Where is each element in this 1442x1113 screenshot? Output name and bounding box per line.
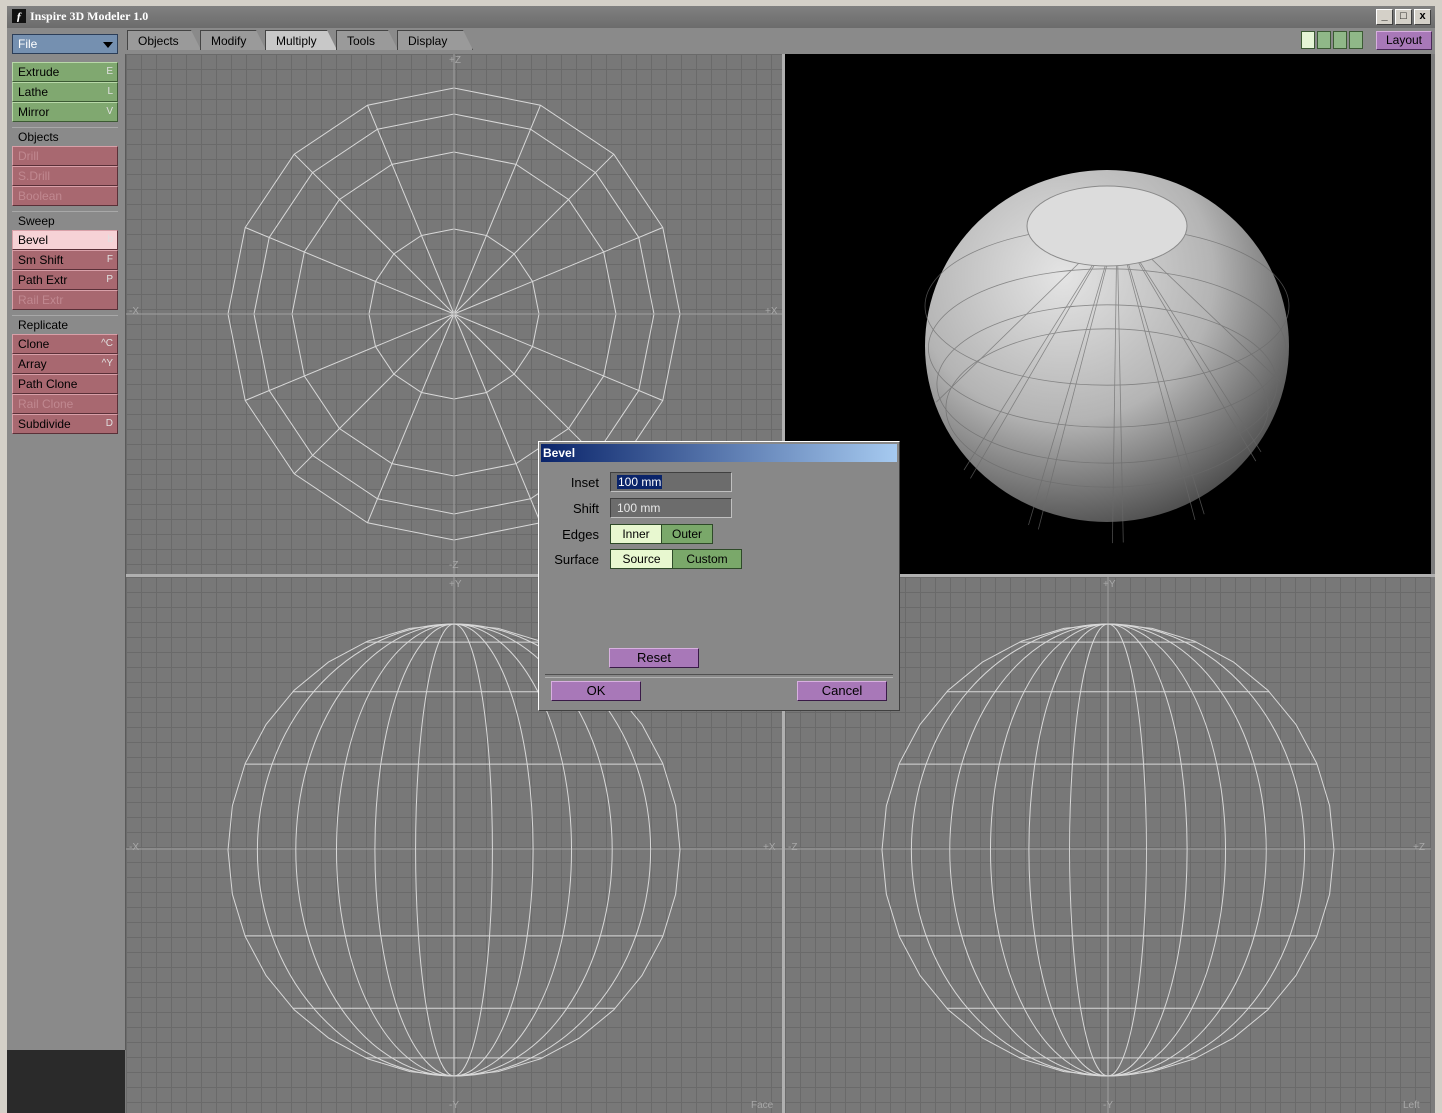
surface-custom-option[interactable]: Custom bbox=[672, 549, 742, 569]
path-extr-button[interactable]: Path Extr P bbox=[12, 270, 118, 290]
bevel-button[interactable]: Bevel b bbox=[12, 230, 118, 250]
boolean-button[interactable]: Boolean bbox=[12, 186, 118, 206]
app-icon: ƒ bbox=[12, 9, 26, 23]
extrude-button[interactable]: Extrude E bbox=[12, 62, 118, 82]
chevron-down-icon bbox=[103, 42, 113, 48]
cancel-button[interactable]: Cancel bbox=[797, 681, 887, 701]
rail-extr-button[interactable]: Rail Extr bbox=[12, 290, 118, 310]
viewport-name-face: Face bbox=[751, 1100, 774, 1111]
path-clone-button[interactable]: Path Clone bbox=[12, 374, 118, 394]
axis-label-top-right: +X bbox=[765, 306, 778, 317]
shift-label: Shift bbox=[572, 501, 599, 516]
sweep-section-header: Sweep bbox=[12, 211, 118, 229]
tab-objects[interactable]: Objects bbox=[127, 30, 201, 50]
sm-shift-button[interactable]: Sm Shift F bbox=[12, 250, 118, 270]
axis-label-front-right: +X bbox=[763, 842, 776, 853]
sidebar-status-panel bbox=[7, 1050, 125, 1113]
close-button[interactable]: x bbox=[1414, 9, 1431, 25]
title-bar: ƒ Inspire 3D Modeler 1.0 _ □ x bbox=[7, 6, 1435, 28]
axis-label-top-down: -Z bbox=[449, 560, 459, 571]
maximize-button[interactable]: □ bbox=[1395, 9, 1412, 25]
edges-label: Edges bbox=[562, 527, 599, 542]
shift-field[interactable]: 100 mm bbox=[610, 498, 732, 518]
tab-display[interactable]: Display bbox=[397, 30, 473, 50]
axis-label-top-left: -X bbox=[129, 306, 139, 317]
tool-sidebar: File Extrude E Lathe L Mirror V Objects Dri… bbox=[7, 28, 126, 1050]
lathe-button[interactable]: Lathe L bbox=[12, 82, 118, 102]
axis-label-side-right: +Z bbox=[1413, 842, 1425, 853]
file-dropdown[interactable]: File bbox=[12, 34, 118, 54]
axis-label-side-down: -Y bbox=[1103, 1100, 1113, 1111]
inset-field[interactable]: 100 mm bbox=[610, 472, 732, 492]
minimize-button[interactable]: _ bbox=[1376, 9, 1393, 25]
dialog-divider bbox=[545, 674, 893, 678]
ok-button[interactable]: OK bbox=[551, 681, 641, 701]
clone-button[interactable]: Clone ^C bbox=[12, 334, 118, 354]
s-drill-button[interactable]: S.Drill bbox=[12, 166, 118, 186]
mirror-button[interactable]: Mirror V bbox=[12, 102, 118, 122]
replicate-section-header: Replicate bbox=[12, 315, 118, 333]
surface-source-option[interactable]: Source bbox=[610, 549, 673, 569]
axis-label-front-left: -X bbox=[129, 842, 139, 853]
edges-inner-option[interactable]: Inner bbox=[610, 524, 662, 544]
objects-section-header: Objects bbox=[12, 127, 118, 145]
drill-button[interactable]: Drill bbox=[12, 146, 118, 166]
layer-toggle-3[interactable] bbox=[1333, 31, 1347, 49]
axis-label-front-up: +Y bbox=[449, 579, 462, 590]
subdivide-button[interactable]: Subdivide D bbox=[12, 414, 118, 434]
tab-tools[interactable]: Tools bbox=[336, 30, 398, 50]
layer-toggle-2[interactable] bbox=[1317, 31, 1331, 49]
axis-label-top-up: +Z bbox=[449, 55, 461, 66]
layer-toggle-4[interactable] bbox=[1349, 31, 1363, 49]
viewport-name-left: Left bbox=[1403, 1100, 1420, 1111]
axis-label-side-left: -Z bbox=[788, 842, 798, 853]
inset-label: Inset bbox=[570, 475, 599, 490]
reset-button[interactable]: Reset bbox=[609, 648, 699, 668]
tab-multiply[interactable]: Multiply bbox=[265, 30, 337, 50]
edges-outer-option[interactable]: Outer bbox=[661, 524, 713, 544]
top-toolbar: Objects Modify Multiply Tools Display La… bbox=[125, 28, 1435, 54]
rail-clone-button[interactable]: Rail Clone bbox=[12, 394, 118, 414]
bevel-dialog: Bevel Inset 100 mm Shift 100 mm Edges In… bbox=[538, 441, 900, 711]
array-button[interactable]: Array ^Y bbox=[12, 354, 118, 374]
layout-button[interactable]: Layout bbox=[1376, 31, 1432, 50]
axis-label-side-up: +Y bbox=[1103, 579, 1116, 590]
surface-label: Surface bbox=[554, 552, 599, 567]
axis-label-front-down: -Y bbox=[449, 1100, 459, 1111]
file-dropdown-label: File bbox=[18, 37, 38, 51]
tab-modify[interactable]: Modify bbox=[200, 30, 266, 50]
dialog-title: Bevel bbox=[541, 444, 897, 462]
layer-toggle-1[interactable] bbox=[1301, 31, 1315, 49]
window-title: Inspire 3D Modeler 1.0 bbox=[30, 9, 149, 23]
